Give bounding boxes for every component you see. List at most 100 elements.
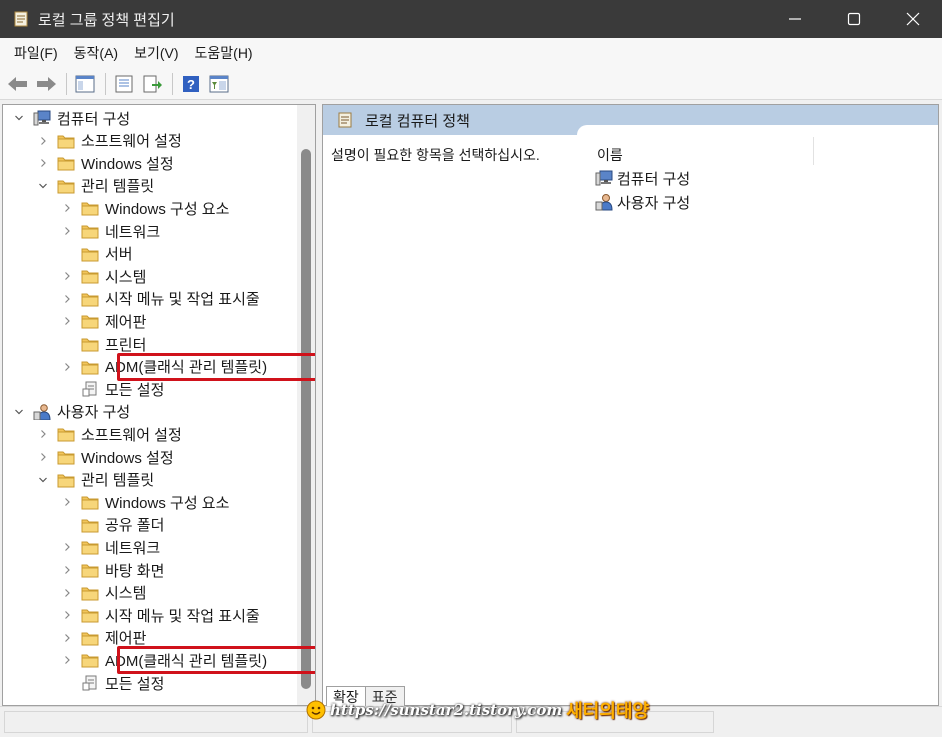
svg-text:?: ? bbox=[187, 77, 195, 92]
tree-node-label: 제어판 bbox=[105, 313, 147, 331]
highlight-box bbox=[117, 646, 315, 675]
export-list-button[interactable] bbox=[140, 72, 164, 96]
folder-icon bbox=[57, 451, 75, 465]
details-header-title: 로컬 컴퓨터 정책 bbox=[365, 112, 470, 130]
header-curve bbox=[577, 125, 938, 137]
forward-arrow-icon bbox=[37, 76, 56, 91]
tree-node[interactable]: 시스템 bbox=[61, 582, 146, 604]
chevron-right-icon[interactable] bbox=[61, 541, 73, 553]
title-bar: 로컬 그룹 정책 편집기 bbox=[0, 0, 942, 38]
tree-node[interactable]: 바탕 화면 bbox=[61, 559, 164, 581]
window-title: 로컬 그룹 정책 편집기 bbox=[38, 11, 175, 29]
tree-node[interactable]: 컴퓨터 구성 bbox=[13, 107, 130, 129]
chevron-right-icon[interactable] bbox=[37, 135, 49, 147]
tree-node[interactable]: 공유 폴더 bbox=[61, 514, 164, 536]
policy-scroll-icon bbox=[338, 112, 352, 128]
chevron-right-icon[interactable] bbox=[61, 202, 73, 214]
chevron-right-icon[interactable] bbox=[61, 632, 73, 644]
tree-node[interactable]: 모든 설정 bbox=[61, 378, 164, 400]
tree-node[interactable]: 시작 메뉴 및 작업 표시줄 bbox=[61, 604, 260, 626]
settings-page-icon bbox=[82, 381, 97, 397]
chevron-down-icon[interactable] bbox=[13, 112, 25, 124]
folder-icon bbox=[81, 338, 99, 352]
tree-scroll-thumb[interactable] bbox=[301, 149, 311, 689]
forward-button[interactable] bbox=[34, 72, 58, 96]
list-item-computer-config[interactable]: 컴퓨터 구성 bbox=[595, 167, 690, 189]
tree-node[interactable]: 사용자 구성 bbox=[13, 401, 130, 423]
help-button[interactable]: ? bbox=[179, 72, 203, 96]
chevron-right-icon[interactable] bbox=[37, 451, 49, 463]
tree-node-label: Windows 설정 bbox=[81, 155, 174, 173]
tree-node[interactable]: 관리 템플릿 bbox=[37, 469, 154, 491]
chevron-right-icon[interactable] bbox=[61, 609, 73, 621]
chevron-right-icon[interactable] bbox=[61, 654, 73, 666]
user-icon bbox=[33, 403, 51, 420]
tree-node-label: 제어판 bbox=[105, 630, 147, 648]
chevron-right-icon[interactable] bbox=[61, 496, 73, 508]
tree-node-label: 시작 메뉴 및 작업 표시줄 bbox=[105, 291, 260, 309]
highlight-box bbox=[117, 352, 315, 381]
chevron-right-icon[interactable] bbox=[61, 293, 73, 305]
filter-button[interactable] bbox=[207, 72, 231, 96]
tree-scrollbar[interactable] bbox=[297, 105, 315, 705]
folder-icon bbox=[81, 496, 99, 510]
tree-node-label: 공유 폴더 bbox=[105, 517, 165, 535]
minimize-button[interactable] bbox=[765, 0, 824, 38]
tree-node[interactable]: 네트워크 bbox=[61, 220, 160, 242]
back-button[interactable] bbox=[6, 72, 30, 96]
chevron-right-icon[interactable] bbox=[61, 315, 73, 327]
watermark-url: https://sunstar2.tistory.com bbox=[330, 701, 563, 719]
list-item-user-config[interactable]: 사용자 구성 bbox=[595, 191, 690, 213]
folder-icon bbox=[81, 564, 99, 578]
toolbar-separator bbox=[172, 72, 173, 95]
tree-node[interactable]: 시작 메뉴 및 작업 표시줄 bbox=[61, 288, 260, 310]
tree-node[interactable]: Windows 설정 bbox=[37, 152, 174, 174]
chevron-right-icon[interactable] bbox=[37, 157, 49, 169]
description-text: 설명이 필요한 항목을 선택하십시오. bbox=[331, 147, 540, 163]
menu-file[interactable]: 파일(F) bbox=[6, 38, 66, 68]
menu-action[interactable]: 동작(A) bbox=[66, 38, 126, 68]
chevron-right-icon[interactable] bbox=[61, 587, 73, 599]
tree-node[interactable]: 프린터 bbox=[61, 333, 146, 355]
maximize-icon bbox=[847, 12, 860, 26]
column-divider[interactable] bbox=[813, 137, 814, 165]
chevron-down-icon[interactable] bbox=[37, 474, 49, 486]
console-tree-icon bbox=[75, 75, 95, 92]
tree-node-label: 컴퓨터 구성 bbox=[57, 110, 131, 128]
chevron-right-icon[interactable] bbox=[61, 225, 73, 237]
tree-node[interactable]: Windows 구성 요소 bbox=[61, 197, 229, 219]
tree-node[interactable]: 관리 템플릿 bbox=[37, 175, 154, 197]
tree-node[interactable]: 시스템 bbox=[61, 265, 146, 287]
show-tree-button[interactable] bbox=[73, 72, 97, 96]
tree-node-label: 사용자 구성 bbox=[57, 404, 131, 422]
properties-button[interactable] bbox=[112, 72, 136, 96]
chevron-down-icon[interactable] bbox=[13, 406, 25, 418]
details-pane: 로컬 컴퓨터 정책 설명이 필요한 항목을 선택하십시오. 이름 컴퓨터 구성 … bbox=[322, 104, 939, 706]
tree-node[interactable]: 서버 bbox=[61, 243, 133, 265]
folder-icon bbox=[57, 157, 75, 171]
menu-view[interactable]: 보기(V) bbox=[126, 38, 186, 68]
tree-node[interactable]: 제어판 bbox=[61, 310, 146, 332]
close-button[interactable] bbox=[883, 0, 942, 38]
tree-node[interactable]: 모든 설정 bbox=[61, 672, 164, 694]
chevron-right-icon[interactable] bbox=[61, 270, 73, 282]
tree-node[interactable]: Windows 설정 bbox=[37, 446, 174, 468]
tree-node[interactable]: 소프트웨어 설정 bbox=[37, 423, 182, 445]
tree-node[interactable]: 소프트웨어 설정 bbox=[37, 130, 182, 152]
column-header-name[interactable]: 이름 bbox=[597, 145, 623, 165]
maximize-button[interactable] bbox=[824, 0, 883, 38]
chevron-right-icon[interactable] bbox=[61, 361, 73, 373]
tree-node[interactable]: 네트워크 bbox=[61, 536, 160, 558]
chevron-right-icon[interactable] bbox=[61, 564, 73, 576]
chevron-right-icon[interactable] bbox=[37, 428, 49, 440]
menu-help[interactable]: 도움말(H) bbox=[187, 38, 261, 68]
watermark: https://sunstar2.tistory.com 새터의태양 bbox=[306, 697, 649, 723]
export-icon bbox=[143, 75, 162, 92]
console-tree[interactable]: 컴퓨터 구성 소프트웨어 설정 Windows 설정 관리 템플릿 Windows 구성… bbox=[2, 104, 316, 706]
folder-icon bbox=[81, 609, 99, 623]
tree-node[interactable]: Windows 구성 요소 bbox=[61, 491, 229, 513]
window-controls bbox=[765, 0, 942, 38]
chevron-down-icon[interactable] bbox=[37, 180, 49, 192]
